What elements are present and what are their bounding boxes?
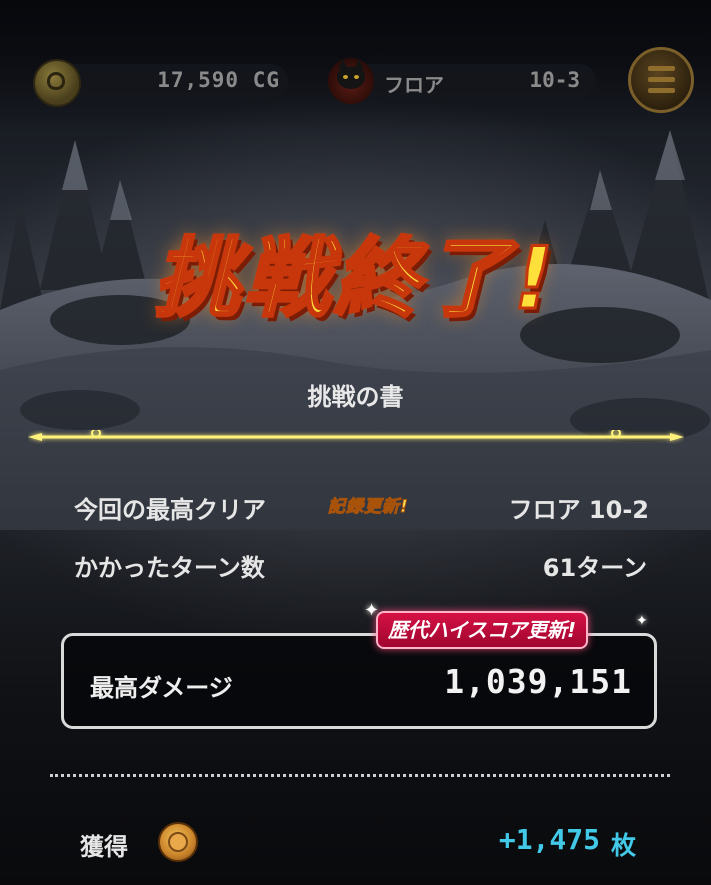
floor-value: 10-3 xyxy=(529,68,580,92)
monster-icon xyxy=(328,58,374,104)
dotted-separator xyxy=(50,774,670,777)
monster-eye-right xyxy=(354,75,359,79)
best-clear-label: 今回の最高クリア xyxy=(74,496,266,524)
monster-face xyxy=(337,59,365,89)
coin-icon xyxy=(33,59,81,107)
floor-label: フロア xyxy=(384,73,444,97)
sparkle-icon: ✦ xyxy=(636,613,648,629)
currency-value: 17,590 CG xyxy=(157,68,280,92)
gain-unit: 枚 xyxy=(611,831,637,860)
medal-icon xyxy=(158,822,198,862)
turns-value: 61ターン xyxy=(542,554,647,582)
max-damage-value: 1,039,151 xyxy=(444,662,632,701)
menu-icon-bar xyxy=(648,88,675,93)
monster-eye-left xyxy=(343,75,348,79)
gain-value: +1,475 xyxy=(498,823,600,856)
highscore-updated-badge: 歴代ハイスコア更新! xyxy=(376,611,589,649)
menu-icon-bar xyxy=(648,66,675,71)
menu-icon-bar xyxy=(648,77,675,82)
best-clear-value: フロア 10-2 xyxy=(508,496,649,524)
turns-label: かかったターン数 xyxy=(74,554,265,582)
gain-label: 獲得 xyxy=(80,833,128,861)
record-updated-badge: 記録更新! xyxy=(328,497,409,518)
result-subtitle: 挑戦の書 xyxy=(307,383,404,411)
ornamental-divider xyxy=(28,430,684,441)
max-damage-label: 最高ダメージ xyxy=(90,674,233,702)
menu-button[interactable] xyxy=(628,47,694,113)
result-title: 挑戦終了! xyxy=(152,228,558,331)
